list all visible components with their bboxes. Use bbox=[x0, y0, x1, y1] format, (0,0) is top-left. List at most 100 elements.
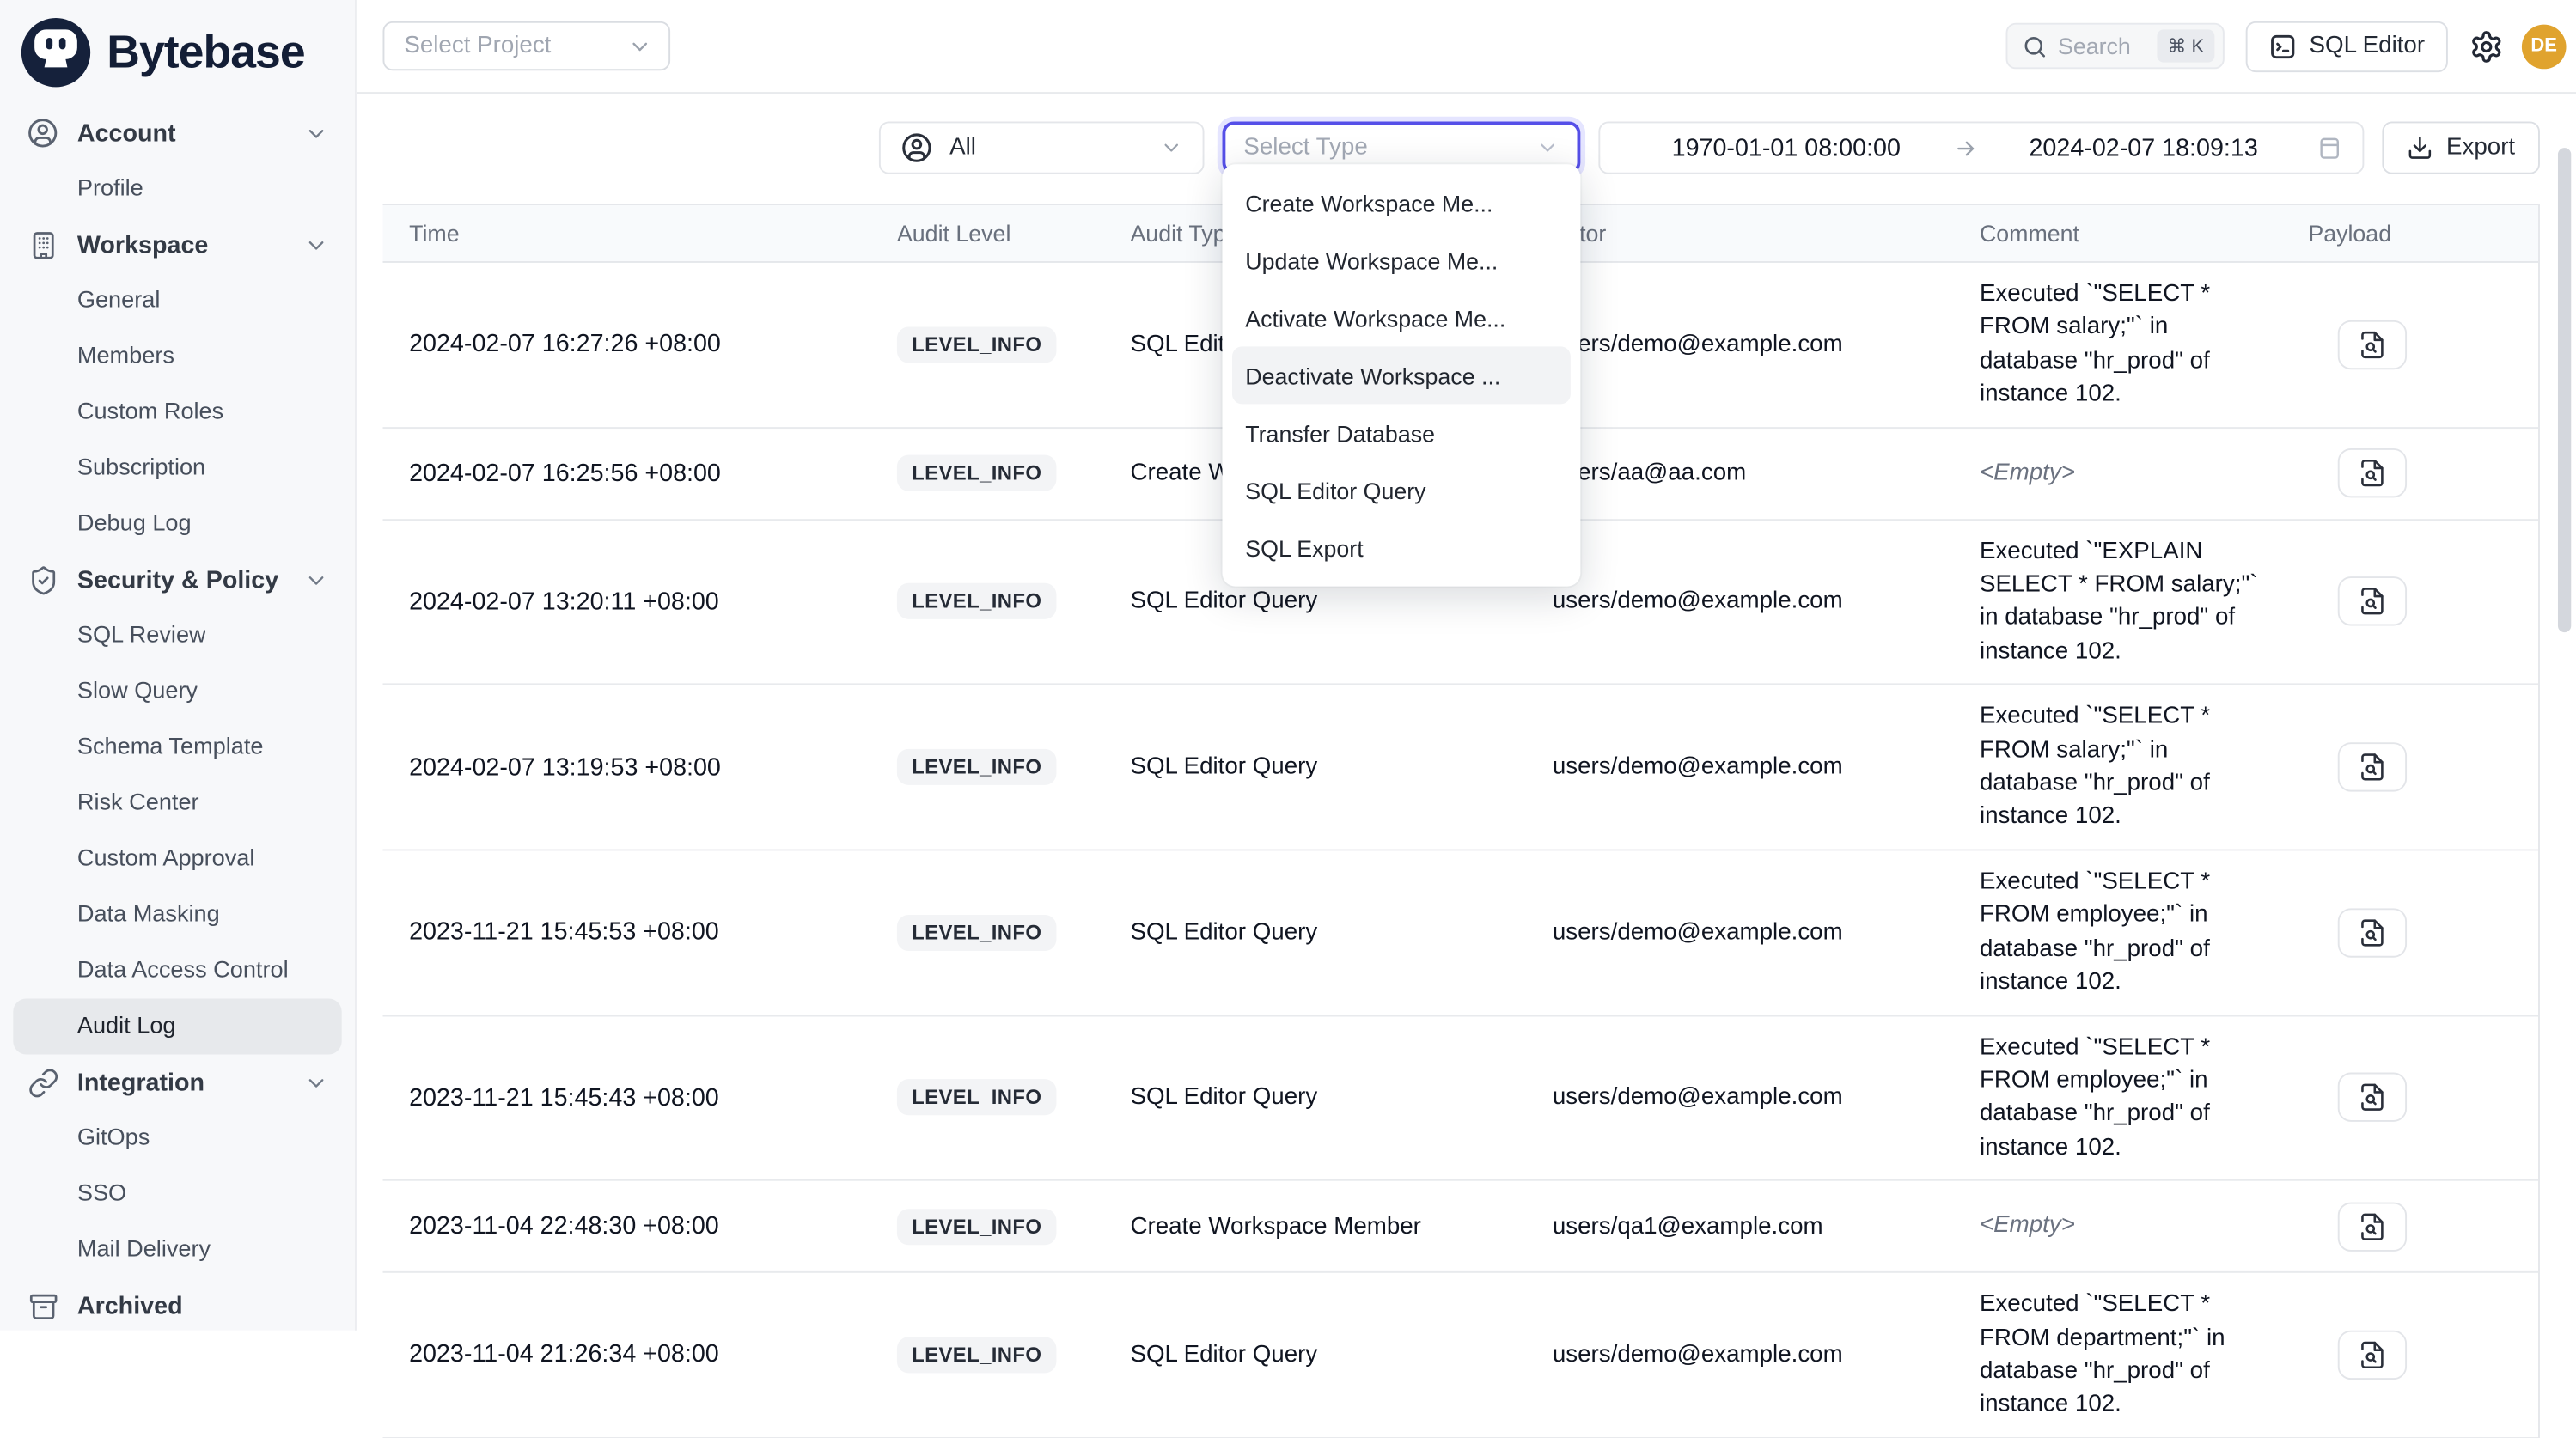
sidebar-item-slow-query[interactable]: Slow Query bbox=[13, 663, 341, 719]
sidebar-item-general[interactable]: General bbox=[13, 272, 341, 328]
actor-filter-value: All bbox=[949, 135, 976, 161]
payload-view-button[interactable] bbox=[2338, 320, 2407, 369]
dropdown-option-sql-editor-query[interactable]: SQL Editor Query bbox=[1232, 461, 1571, 519]
vertical-scrollbar[interactable] bbox=[2558, 148, 2571, 632]
cell-audit-level: LEVEL_INFO bbox=[881, 1337, 1131, 1373]
dropdown-option-sql-export[interactable]: SQL Export bbox=[1232, 519, 1571, 576]
cell-audit-type: Create Workspace Member bbox=[1130, 1213, 1552, 1240]
dropdown-option-update-workspace-me[interactable]: Update Workspace Me... bbox=[1232, 232, 1571, 289]
dropdown-option-deactivate-workspace[interactable]: Deactivate Workspace ... bbox=[1232, 346, 1571, 404]
sidebar-item-data-masking[interactable]: Data Masking bbox=[13, 887, 341, 942]
cell-audit-type: SQL Editor Query bbox=[1130, 588, 1552, 615]
payload-view-button[interactable] bbox=[2338, 742, 2407, 791]
sidebar-item-custom-roles[interactable]: Custom Roles bbox=[13, 384, 341, 440]
sidebar-item-label: Custom Roles bbox=[77, 399, 223, 426]
sidebar-item-label: SSO bbox=[77, 1181, 126, 1208]
cell-audit-type: SQL Editor Query bbox=[1130, 919, 1552, 946]
sidebar-item-custom-approval[interactable]: Custom Approval bbox=[13, 831, 341, 887]
sidebar-item-gitops[interactable]: GitOps bbox=[13, 1111, 341, 1167]
column-header-payload: Payload bbox=[2308, 220, 2538, 247]
sidebar-item-sql-review[interactable]: SQL Review bbox=[13, 607, 341, 663]
sidebar-item-label: Risk Center bbox=[77, 790, 199, 817]
sidebar-item-members[interactable]: Members bbox=[13, 328, 341, 384]
sidebar-item-label: Workspace bbox=[77, 231, 209, 259]
date-range-picker[interactable]: 1970-01-01 08:00:00 2024-02-07 18:09:13 bbox=[1598, 121, 2364, 174]
brand-name: Bytebase bbox=[107, 26, 304, 78]
app: Bytebase AccountProfile Workspace General M… bbox=[0, 0, 2576, 1331]
sidebar-item-label: Schema Template bbox=[77, 734, 264, 761]
dropdown-option-transfer-database[interactable]: Transfer Database bbox=[1232, 404, 1571, 461]
dropdown-option-activate-workspace-me[interactable]: Activate Workspace Me... bbox=[1232, 289, 1571, 347]
project-select[interactable]: Select Project bbox=[382, 21, 670, 70]
search-placeholder: Search bbox=[2058, 33, 2131, 59]
payload-view-button[interactable] bbox=[2338, 448, 2407, 497]
date-from[interactable]: 1970-01-01 08:00:00 bbox=[1620, 134, 1952, 162]
cell-audit-level: LEVEL_INFO bbox=[881, 584, 1131, 620]
cell-time: 2023-11-21 15:45:53 +08:00 bbox=[382, 918, 880, 947]
bytebase-logo-icon bbox=[20, 15, 92, 88]
table-row: 2023-11-04 21:26:34 +08:00LEVEL_INFOSQL … bbox=[382, 1273, 2538, 1438]
sidebar-item-label: Custom Approval bbox=[77, 846, 255, 873]
cell-comment: Executed `"SELECT * FROM employee;"` in … bbox=[1980, 865, 2262, 999]
export-button[interactable]: Export bbox=[2382, 121, 2540, 174]
sidebar-item-label: Data Access Control bbox=[77, 958, 289, 984]
chevron-down-icon bbox=[304, 1070, 329, 1095]
cell-comment: Executed `"SELECT * FROM department;"` i… bbox=[1980, 1288, 2262, 1422]
date-to[interactable]: 2024-02-07 18:09:13 bbox=[1977, 134, 2310, 162]
sidebar-item-mail-delivery[interactable]: Mail Delivery bbox=[13, 1222, 341, 1278]
payload-view-button[interactable] bbox=[2338, 1202, 2407, 1251]
chevron-down-icon bbox=[627, 34, 652, 58]
audit-level-badge: LEVEL_INFO bbox=[897, 1209, 1057, 1245]
payload-view-button[interactable] bbox=[2338, 577, 2407, 626]
payload-view-button[interactable] bbox=[2338, 1331, 2407, 1380]
sidebar-item-label: SQL Review bbox=[77, 623, 206, 649]
sidebar-item-account[interactable]: Account bbox=[13, 105, 341, 161]
payload-view-button[interactable] bbox=[2338, 1073, 2407, 1122]
project-select-label: Select Project bbox=[404, 33, 551, 59]
file-search-icon bbox=[2358, 917, 2387, 947]
sidebar-nav: AccountProfile Workspace General Members Cus… bbox=[0, 94, 355, 1334]
sidebar-item-workspace[interactable]: Workspace bbox=[13, 216, 341, 272]
sidebar-item-audit-log[interactable]: Audit Log bbox=[13, 998, 341, 1054]
search-input[interactable]: Search ⌘ K bbox=[2005, 23, 2224, 70]
cell-actor: users/demo@example.com bbox=[1553, 332, 1980, 358]
sidebar-item-profile[interactable]: Profile bbox=[13, 161, 341, 216]
cell-time: 2023-11-04 22:48:30 +08:00 bbox=[382, 1212, 880, 1240]
avatar[interactable]: DE bbox=[2522, 24, 2567, 69]
cell-audit-type: SQL Editor Query bbox=[1130, 754, 1552, 781]
cell-payload bbox=[2308, 1202, 2538, 1251]
brand-logo[interactable]: Bytebase bbox=[0, 0, 355, 94]
sidebar: Bytebase AccountProfile Workspace General M… bbox=[0, 0, 357, 1331]
sidebar-item-debug-log[interactable]: Debug Log bbox=[13, 496, 341, 551]
sidebar-item-data-access-control[interactable]: Data Access Control bbox=[13, 942, 341, 998]
actor-filter-select[interactable]: All bbox=[879, 121, 1205, 174]
user-circle-icon bbox=[27, 117, 59, 149]
gear-icon[interactable] bbox=[2469, 28, 2504, 63]
sidebar-item-integration[interactable]: Integration bbox=[13, 1054, 341, 1110]
sidebar-item-sso[interactable]: SSO bbox=[13, 1167, 341, 1222]
sidebar-item-label: Archived bbox=[77, 1292, 183, 1320]
sidebar-item-schema-template[interactable]: Schema Template bbox=[13, 719, 341, 775]
shield-check-icon bbox=[27, 564, 59, 595]
sidebar-item-label: Debug Log bbox=[77, 511, 192, 538]
sidebar-item-risk-center[interactable]: Risk Center bbox=[13, 775, 341, 831]
sidebar-item-subscription[interactable]: Subscription bbox=[13, 440, 341, 496]
sidebar-item-label: Subscription bbox=[77, 455, 205, 482]
chevron-down-icon bbox=[1536, 137, 1560, 160]
payload-view-button[interactable] bbox=[2338, 908, 2407, 957]
sql-editor-button[interactable]: SQL Editor bbox=[2245, 21, 2448, 71]
cell-time: 2023-11-21 15:45:43 +08:00 bbox=[382, 1084, 880, 1112]
cell-audit-level: LEVEL_INFO bbox=[881, 1209, 1131, 1245]
sidebar-item-archived[interactable]: Archived bbox=[13, 1278, 341, 1334]
file-search-icon bbox=[2358, 330, 2387, 359]
cell-payload bbox=[2308, 908, 2538, 957]
type-filter-dropdown: Create Workspace Me...Update Workspace M… bbox=[1223, 164, 1581, 586]
dropdown-option-create-workspace-me[interactable]: Create Workspace Me... bbox=[1232, 174, 1571, 232]
search-icon bbox=[2022, 34, 2047, 58]
topbar: Select Project Search ⌘ K SQL bbox=[357, 0, 2576, 94]
sidebar-item-security-policy[interactable]: Security & Policy bbox=[13, 551, 341, 607]
audit-level-badge: LEVEL_INFO bbox=[897, 749, 1057, 785]
cell-actor: users/demo@example.com bbox=[1553, 588, 1980, 615]
sidebar-item-label: General bbox=[77, 288, 161, 314]
chevron-down-icon bbox=[304, 121, 329, 146]
